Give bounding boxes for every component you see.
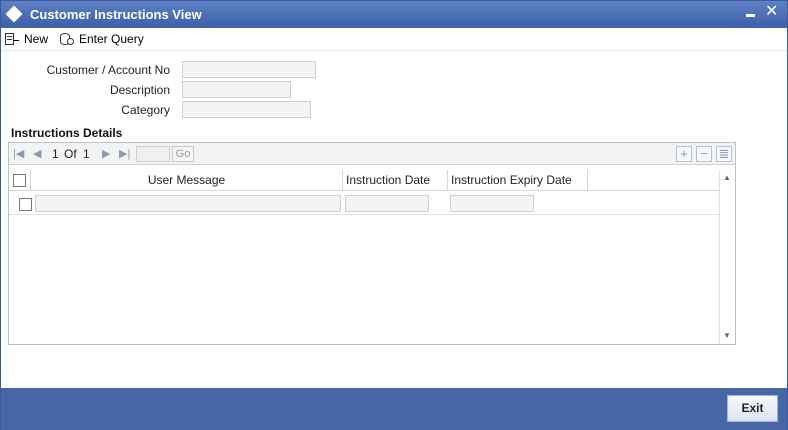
- enter-query-button-label: Enter Query: [79, 32, 144, 46]
- customer-account-field[interactable]: [182, 61, 316, 78]
- scroll-up-icon[interactable]: ▲: [723, 173, 731, 182]
- current-page: 1: [52, 147, 59, 161]
- page-of-label: Of: [64, 147, 77, 161]
- first-page-icon[interactable]: |◀: [13, 147, 24, 160]
- close-icon[interactable]: ✕: [765, 3, 778, 21]
- category-label: Category: [121, 103, 170, 117]
- description-field[interactable]: [182, 81, 291, 98]
- next-page-icon[interactable]: ▶: [102, 147, 110, 160]
- customer-instructions-window: Customer Instructions View ✕ New Enter Q…: [0, 0, 788, 430]
- column-instruction-date[interactable]: Instruction Date: [343, 170, 448, 191]
- instruction-expiry-date-input[interactable]: [450, 195, 534, 212]
- instruction-date-input[interactable]: [345, 195, 429, 212]
- go-button[interactable]: Go: [172, 146, 194, 162]
- form-area: Customer / Account No Description Catego…: [1, 52, 787, 388]
- column-instruction-expiry-date[interactable]: Instruction Expiry Date: [448, 170, 588, 191]
- description-label: Description: [109, 83, 170, 97]
- total-pages: 1: [83, 147, 90, 161]
- title-bar[interactable]: Customer Instructions View ✕: [1, 1, 787, 28]
- new-button[interactable]: New: [4, 30, 48, 48]
- row-checkbox[interactable]: [19, 198, 32, 211]
- select-all-checkbox[interactable]: [13, 174, 26, 187]
- user-message-input[interactable]: [35, 195, 341, 212]
- window-title: Customer Instructions View: [30, 7, 202, 22]
- minimize-icon[interactable]: [746, 14, 755, 17]
- vertical-scrollbar[interactable]: ▲ ▼: [719, 170, 735, 344]
- footer-bar: Exit: [1, 388, 787, 430]
- toolbar: New Enter Query: [1, 28, 787, 51]
- pager: |◀ ◀ 1 Of 1 ▶ ▶| Go + − ≣: [9, 143, 735, 165]
- scroll-down-icon[interactable]: ▼: [723, 331, 731, 340]
- column-user-message[interactable]: User Message: [31, 170, 343, 191]
- header-select-cell: [9, 170, 31, 191]
- previous-page-icon[interactable]: ◀: [33, 147, 41, 160]
- enter-query-icon: [59, 32, 75, 46]
- single-view-icon[interactable]: ≣: [716, 146, 732, 162]
- grid-header: User Message Instruction Date Instructio…: [9, 170, 719, 191]
- delete-row-icon[interactable]: −: [696, 146, 712, 162]
- new-button-label: New: [24, 32, 49, 46]
- customer-account-label: Customer / Account No: [46, 63, 170, 77]
- enter-query-button[interactable]: Enter Query: [59, 30, 144, 48]
- diamond-icon: [5, 5, 23, 23]
- category-field[interactable]: [182, 101, 311, 118]
- exit-button[interactable]: Exit: [727, 395, 778, 422]
- add-row-icon[interactable]: +: [676, 146, 692, 162]
- new-icon: [4, 32, 20, 46]
- last-page-icon[interactable]: ▶|: [119, 147, 130, 160]
- instructions-grid: |◀ ◀ 1 Of 1 ▶ ▶| Go + − ≣ User Message I…: [8, 142, 736, 345]
- table-row: [9, 192, 719, 215]
- instructions-details-title: Instructions Details: [11, 126, 123, 140]
- page-number-input[interactable]: [136, 146, 170, 162]
